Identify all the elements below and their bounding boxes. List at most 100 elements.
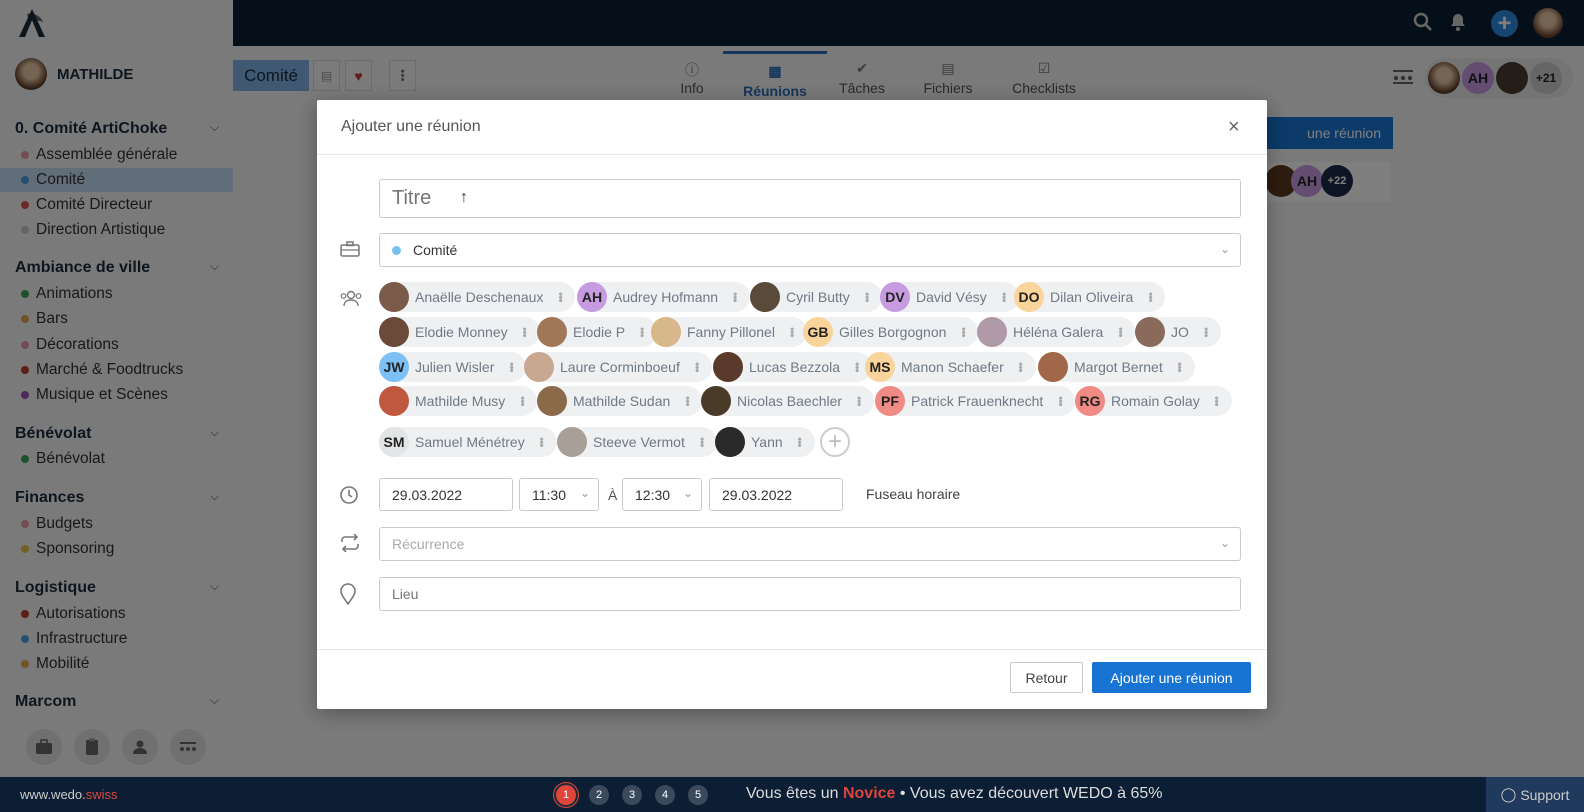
avatar [557,427,587,457]
chevron-down-icon: ⌄ [579,486,590,500]
more-icon[interactable]: ••• [680,396,694,406]
divider [317,154,1267,155]
more-icon[interactable]: ••• [1199,327,1213,337]
title-input[interactable] [379,179,1241,218]
avatar [379,386,409,416]
workspace-select[interactable]: Comité ⌄ [379,233,1241,267]
modal-title: Ajouter une réunion [341,118,481,135]
location-input[interactable] [379,577,1241,611]
participant-name: Julien Wisler [415,359,495,375]
participant-chip[interactable]: Mathilde Musy ••• [379,386,538,416]
participant-name: Fanny Pillonel [687,324,775,340]
participant-chip[interactable]: AH Audrey Hofmann ••• [577,282,751,312]
color-dot [392,245,401,255]
participant-chip[interactable]: Steeve Vermot ••• [557,427,717,457]
add-meeting-modal: Ajouter une réunion × ↑ Comité ⌄ Anaëlle… [317,100,1267,709]
participant-chip[interactable]: Mathilde Sudan ••• [537,386,703,416]
more-icon[interactable]: ••• [515,396,529,406]
more-icon[interactable]: ••• [690,362,704,372]
more-icon[interactable]: ••• [793,437,807,447]
participant-chip[interactable]: Cyril Butty ••• [750,282,882,312]
participant-chip[interactable]: RG Romain Golay ••• [1075,386,1232,416]
participant-chip[interactable]: Anaëlle Deschenaux ••• [379,282,576,312]
participant-chip[interactable]: Elodie Monney ••• [379,317,540,347]
to-label: À [608,487,618,503]
more-icon[interactable]: ••• [1014,362,1028,372]
more-icon[interactable]: ••• [1053,396,1067,406]
participant-chip[interactable]: Lucas Bezzola ••• [713,352,873,382]
more-icon[interactable]: ••• [1113,327,1127,337]
more-icon[interactable]: ••• [518,327,532,337]
participant-chip[interactable]: Elodie P ••• [537,317,658,347]
back-button[interactable]: Retour [1010,662,1083,693]
participant-chip[interactable]: JW Julien Wisler ••• [379,352,527,382]
participant-chip[interactable]: DO Dilan Oliveira ••• [1014,282,1166,312]
participant-name: Laure Corminboeuf [560,359,680,375]
participant-name: Gilles Borgognon [839,324,947,340]
more-icon[interactable]: ••• [553,292,567,302]
participant-chip[interactable]: MS Manon Schaefer ••• [865,352,1036,382]
level-indicator: 5 [688,785,708,805]
end-date-input[interactable]: 29.03.2022 [709,478,843,511]
progress-text: Vous êtes un Novice • Vous avez découver… [746,785,1163,803]
briefcase-icon [339,240,361,262]
repeat-icon [339,533,361,556]
start-time-value: 11:30 [532,486,566,503]
participant-chip[interactable]: GB Gilles Borgognon ••• [803,317,979,347]
participant-name: Héléna Galera [1013,324,1104,340]
participant-chip[interactable]: Laure Corminboeuf ••• [524,352,712,382]
more-icon[interactable]: ••• [1143,292,1157,302]
more-icon[interactable]: ••• [1210,396,1224,406]
bottom-bar: www.wedo.swiss 12345 Vous êtes un Novice… [0,777,1584,812]
close-icon[interactable]: × [1228,117,1240,137]
more-icon[interactable]: ••• [850,362,864,372]
more-icon[interactable]: ••• [504,362,518,372]
participant-chip[interactable]: Nicolas Baechler ••• [701,386,875,416]
chevron-down-icon: ⌄ [1219,536,1230,550]
participant-chip[interactable]: DV David Vésy ••• [880,282,1019,312]
participant-name: Yann [751,434,783,450]
timezone-link[interactable]: Fuseau horaire [866,486,960,502]
support-button[interactable]: ◯ Support [1486,777,1584,812]
participant-chip[interactable]: Fanny Pillonel ••• [651,317,807,347]
end-time-select[interactable]: 12:30 ⌄ [622,478,702,511]
recurrence-select[interactable]: Récurrence ⌄ [379,527,1241,561]
avatar [537,317,567,347]
start-time-select[interactable]: 11:30 ⌄ [519,478,599,511]
submit-meeting-button[interactable]: Ajouter une réunion [1092,662,1251,693]
participant-chip[interactable]: Héléna Galera ••• [977,317,1136,347]
more-icon[interactable]: ••• [695,437,709,447]
participant-chip[interactable]: SM Samuel Ménétrey ••• [379,427,557,457]
participant-chip[interactable]: PF Patrick Frauenknecht ••• [875,386,1076,416]
start-date-input[interactable]: 29.03.2022 [379,478,513,511]
more-icon[interactable]: ••• [728,292,742,302]
text-cursor-icon: ↑ [460,189,468,209]
participant-name: Samuel Ménétrey [415,434,525,450]
participant-name: Nicolas Baechler [737,393,843,409]
avatar: SM [379,427,409,457]
participant-chip[interactable]: Yann ••• [715,427,815,457]
avatar: DO [1014,282,1044,312]
participant-name: Mathilde Sudan [573,393,671,409]
participant-chip[interactable]: Margot Bernet ••• [1038,352,1195,382]
participant-name: JO [1171,324,1189,340]
participant-name: Steeve Vermot [593,434,685,450]
more-icon[interactable]: ••• [860,292,874,302]
participant-chip[interactable]: JO ••• [1135,317,1221,347]
avatar [713,352,743,382]
site-link[interactable]: www.wedo.swiss [20,787,118,802]
participant-name: Dilan Oliveira [1050,289,1134,305]
more-icon[interactable]: ••• [535,437,549,447]
more-icon[interactable]: ••• [1173,362,1187,372]
add-participant-button[interactable]: + [820,427,850,457]
avatar: MS [865,352,895,382]
location-icon [339,583,361,606]
level-indicator: 2 [589,785,609,805]
more-icon[interactable]: ••• [997,292,1011,302]
participant-name: Manon Schaefer [901,359,1004,375]
avatar [701,386,731,416]
more-icon[interactable]: ••• [635,327,649,337]
more-icon[interactable]: ••• [852,396,866,406]
more-icon[interactable]: ••• [785,327,799,337]
more-icon[interactable]: ••• [956,327,970,337]
